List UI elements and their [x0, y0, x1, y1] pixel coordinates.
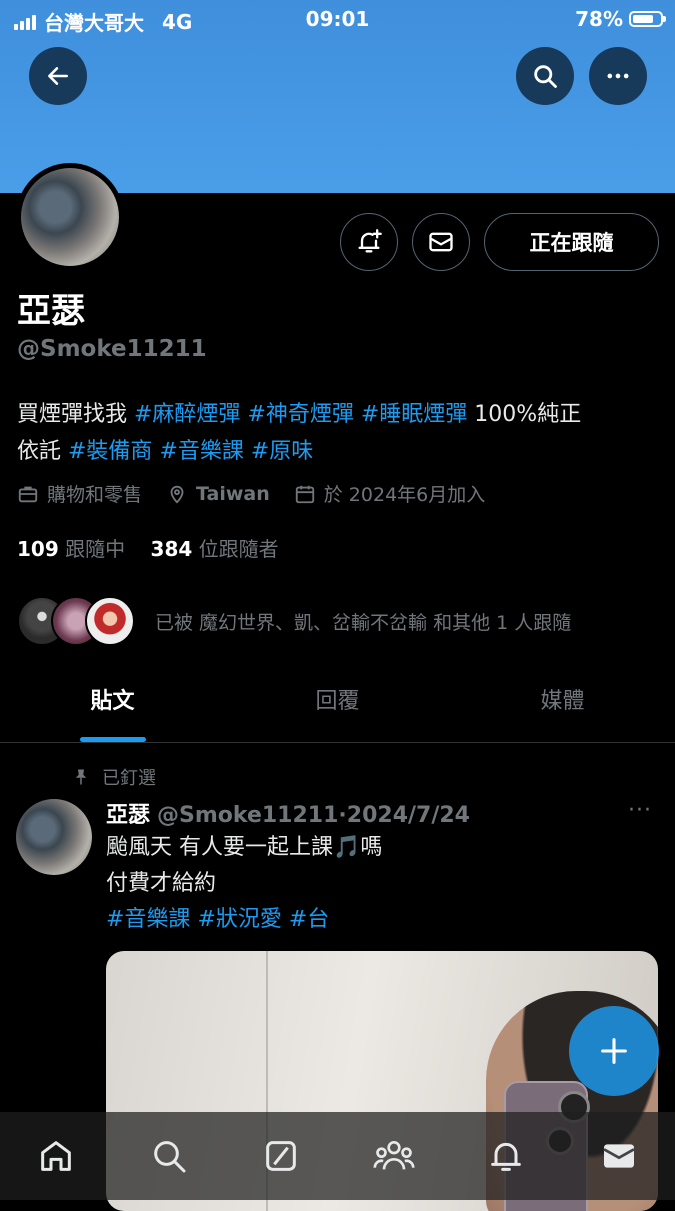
- calendar-icon: [295, 485, 314, 503]
- profile-meta: 購物和零售 Taiwan 於 2024年6月加入: [17, 480, 509, 507]
- profile-bio: 買煙彈找我 #麻醉煙彈 #神奇煙彈 #睡眠煙彈 100%純正 依託 #裝備商 #…: [17, 396, 657, 470]
- back-arrow-icon: [48, 67, 68, 85]
- following-label: 跟隨中: [65, 537, 126, 561]
- tab-label: 媒體: [540, 689, 585, 714]
- profile-avatar[interactable]: [16, 163, 124, 271]
- envelope-icon: [429, 232, 453, 252]
- briefcase-icon: [18, 486, 38, 502]
- pinned-label: 已釘選: [102, 768, 156, 789]
- bottom-navigation: [0, 1112, 675, 1200]
- followers-label: 位跟隨者: [198, 537, 279, 561]
- search-button[interactable]: [516, 47, 574, 105]
- more-icon: [607, 73, 629, 79]
- search-icon: [153, 1141, 186, 1173]
- post-author-handle[interactable]: @Smoke11211: [157, 803, 338, 828]
- communities-icon: [373, 1140, 415, 1170]
- active-tab-indicator: [79, 737, 146, 742]
- nav-communities[interactable]: [364, 1126, 424, 1186]
- status-bar: 台灣大哥大 4G 09:01 78%: [0, 0, 675, 38]
- follower-avatar: [85, 596, 135, 646]
- more-button[interactable]: [589, 47, 647, 105]
- home-icon: [41, 1141, 72, 1171]
- post-more-button[interactable]: ···: [628, 798, 652, 823]
- battery-status: 78%: [575, 7, 666, 31]
- hashtag-link[interactable]: #狀況愛: [197, 907, 281, 932]
- pin-icon: [75, 769, 87, 785]
- follow-counts: 109 跟隨中 384 位跟隨者: [17, 533, 279, 562]
- hashtag-link[interactable]: #睡眠煙彈: [361, 402, 467, 427]
- post-date[interactable]: 2024/7/24: [347, 803, 470, 828]
- nav-home[interactable]: [26, 1126, 86, 1186]
- nav-messages[interactable]: [589, 1126, 649, 1186]
- compose-icon: [266, 1141, 297, 1171]
- hashtag-link[interactable]: #音樂課: [106, 907, 190, 932]
- post-line: 嗎: [360, 835, 383, 860]
- following-link[interactable]: 109 跟隨中: [17, 537, 125, 561]
- profile-handle: @Smoke11211: [17, 336, 207, 362]
- bio-text: 依託: [17, 439, 68, 464]
- profile-category: 購物和零售: [47, 484, 143, 506]
- nav-notifications[interactable]: [476, 1126, 536, 1186]
- tab-label: 貼文: [90, 689, 135, 714]
- hashtag-link[interactable]: #麻醉煙彈: [134, 402, 240, 427]
- post-line: 付費才給約: [106, 871, 217, 896]
- bell-plus-icon: [358, 229, 382, 253]
- pinned-indicator: 已釘選: [72, 764, 156, 790]
- hashtag-link[interactable]: #神奇煙彈: [247, 402, 353, 427]
- message-button[interactable]: [412, 213, 470, 271]
- profile-location: Taiwan: [196, 482, 270, 505]
- post-author-avatar[interactable]: [16, 799, 92, 875]
- profile-joined: 於 2024年6月加入: [323, 484, 486, 506]
- post-line: 颱風天 有人要一起上課: [106, 835, 333, 860]
- followers-count: 384: [150, 537, 193, 561]
- bio-text: 買煙彈找我: [17, 402, 134, 427]
- profile-name: 亞瑟: [17, 291, 85, 331]
- nav-search[interactable]: [139, 1126, 199, 1186]
- battery-icon: [629, 11, 666, 27]
- post-text: 颱風天 有人要一起上課🎵嗎 付費才給約 #音樂課 #狀況愛 #台: [106, 830, 382, 938]
- profile-tabs: 貼文 回覆 媒體: [0, 672, 675, 743]
- post-separator: ·: [338, 803, 347, 828]
- post-header: 亞瑟 @Smoke11211·2024/7/24: [106, 797, 470, 829]
- bio-text: 100%純正: [467, 402, 582, 427]
- music-note-emoji: 🎵: [333, 835, 361, 860]
- back-button[interactable]: [29, 47, 87, 105]
- nav-grok[interactable]: [251, 1126, 311, 1186]
- clock: 09:01: [305, 7, 370, 31]
- hashtag-link[interactable]: #音樂課: [159, 439, 243, 464]
- notify-button[interactable]: [340, 213, 398, 271]
- post-author-name[interactable]: 亞瑟: [106, 803, 150, 828]
- bell-icon: [491, 1142, 522, 1171]
- compose-fab[interactable]: [569, 1006, 659, 1096]
- tab-label: 回覆: [315, 689, 360, 714]
- followers-link[interactable]: 384 位跟隨者: [151, 537, 279, 561]
- followed-by-text: 已被 魔幻世界、凱、岔輸不岔輸 和其他 1 人跟隨: [155, 611, 572, 634]
- search-icon: [534, 65, 557, 88]
- tab-replies[interactable]: 回覆: [225, 672, 450, 742]
- hashtag-link[interactable]: #台: [289, 907, 329, 932]
- tab-media[interactable]: 媒體: [450, 672, 675, 742]
- mail-icon: [603, 1144, 635, 1168]
- location-pin-icon: [170, 485, 184, 504]
- battery-percent: 78%: [575, 7, 623, 31]
- plus-icon: [601, 1038, 627, 1064]
- followed-by[interactable]: 已被 魔幻世界、凱、岔輸不岔輸 和其他 1 人跟隨: [17, 596, 571, 646]
- following-count: 109: [17, 537, 59, 561]
- hashtag-link[interactable]: #裝備商: [68, 439, 152, 464]
- hashtag-link[interactable]: #原味: [251, 439, 313, 464]
- tab-posts[interactable]: 貼文: [0, 672, 225, 742]
- following-button[interactable]: 正在跟隨: [484, 213, 659, 271]
